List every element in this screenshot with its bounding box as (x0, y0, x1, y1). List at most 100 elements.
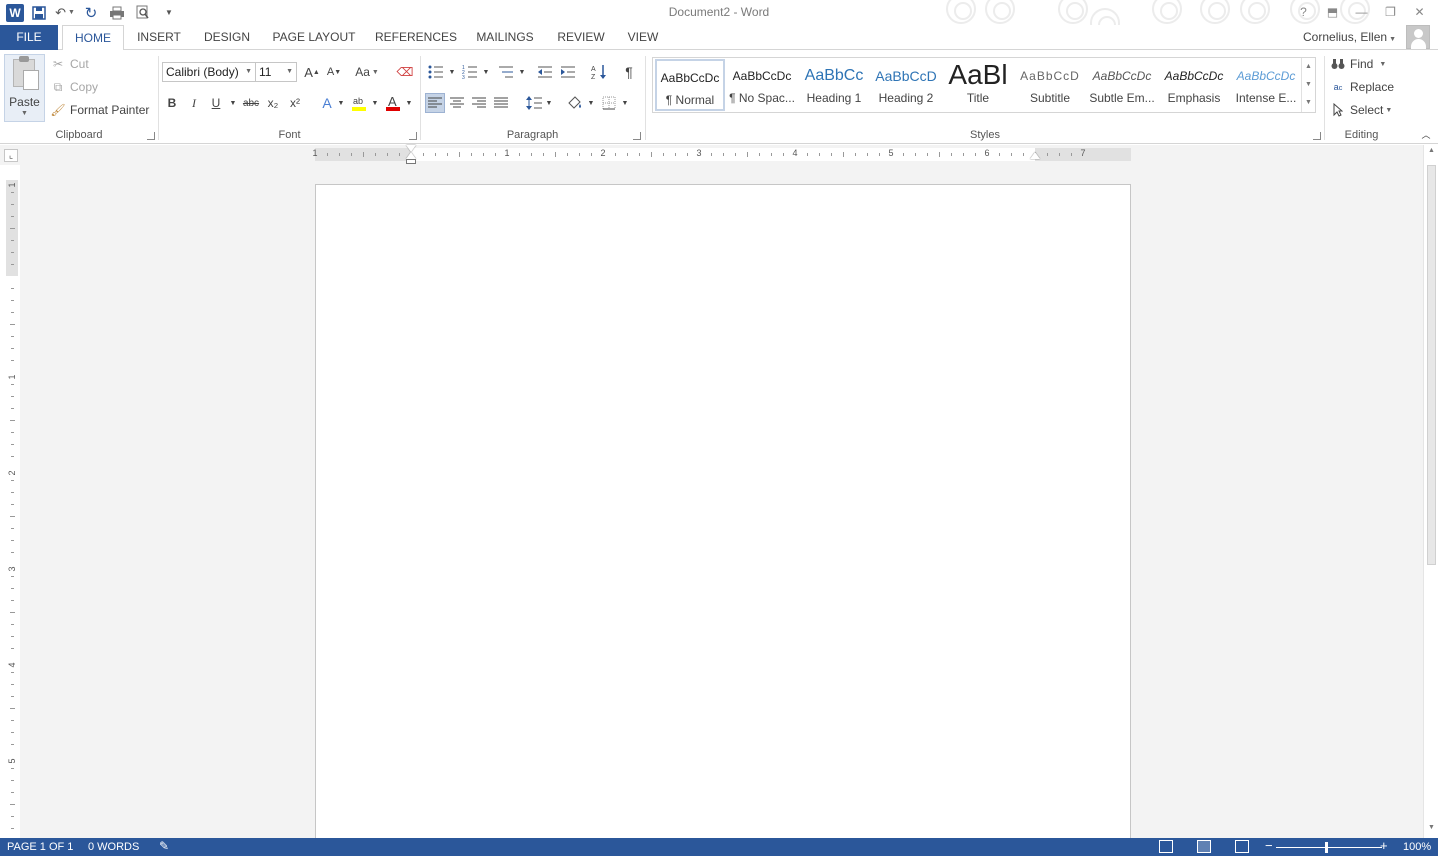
tab-home[interactable]: HOME (62, 25, 124, 51)
replace-button[interactable]: a c Replace (1330, 79, 1394, 95)
print-layout-icon[interactable] (1197, 840, 1211, 853)
zoom-out-icon[interactable]: − (1265, 838, 1273, 853)
style-no-spacing[interactable]: AaBbCcDc ¶ No Spac... (727, 59, 797, 111)
paste-button[interactable]: Paste ▼ (4, 54, 45, 122)
tab-references[interactable]: REFERENCES (374, 25, 458, 50)
font-color-dropdown-icon[interactable]: ▼ (399, 93, 419, 113)
proofing-icon[interactable]: ✎ (159, 839, 169, 853)
copy-button[interactable]: ⧉ Copy (50, 79, 98, 95)
font-family-select[interactable]: Calibri (Body) ▼ (162, 62, 256, 82)
left-indent-marker[interactable] (406, 159, 416, 164)
user-account[interactable]: Cornelius, Ellen ▼ (1303, 30, 1396, 44)
style-emphasis[interactable]: AaBbCcDc Emphasis (1159, 59, 1229, 111)
scroll-up-icon[interactable]: ▲ (1424, 147, 1438, 159)
grow-font-icon[interactable]: A ▲ (302, 62, 322, 82)
hanging-indent-marker[interactable] (406, 152, 416, 159)
align-right-icon[interactable] (469, 93, 489, 113)
zoom-in-icon[interactable]: + (1380, 838, 1388, 853)
style-intense-emphasis[interactable]: AaBbCcDc Intense E... (1231, 59, 1301, 111)
text-effects-dropdown-icon[interactable]: ▼ (331, 93, 351, 113)
select-button[interactable]: Select ▼ (1330, 102, 1392, 118)
page-count[interactable]: PAGE 1 OF 1 (7, 841, 73, 853)
underline-dropdown-icon[interactable]: ▼ (223, 93, 243, 113)
tab-design[interactable]: DESIGN (200, 25, 254, 50)
paste-dropdown-icon[interactable]: ▼ (5, 110, 44, 117)
close-icon[interactable]: ✕ (1405, 2, 1434, 22)
style-subtitle[interactable]: AaBbCcD Subtitle (1015, 59, 1085, 111)
find-button[interactable]: Find ▼ (1330, 56, 1386, 72)
style-heading-1[interactable]: AaBbCc Heading 1 (799, 59, 869, 111)
vertical-scrollbar[interactable]: ▲ ▼ (1423, 145, 1438, 838)
numbering-dropdown-icon[interactable]: ▼ (476, 62, 496, 82)
format-painter-button[interactable]: 🖌 Format Painter (50, 102, 149, 118)
increase-indent-icon[interactable] (558, 62, 578, 82)
collapse-ribbon-icon[interactable]: ︿ (1416, 124, 1436, 144)
clear-formatting-icon[interactable]: ⌫ (395, 62, 415, 82)
help-icon[interactable]: ? (1289, 2, 1318, 22)
italic-button[interactable]: I (184, 93, 204, 113)
tab-selector-icon[interactable]: ⌞ (4, 149, 18, 162)
style-heading-2[interactable]: AaBbCcD Heading 2 (871, 59, 941, 111)
shading-dropdown-icon[interactable]: ▼ (581, 93, 601, 113)
tab-file[interactable]: FILE (0, 25, 58, 50)
vertical-ruler[interactable]: 1 1 2 3 4 5 (6, 180, 18, 838)
superscript-button[interactable]: x² (285, 93, 305, 113)
minimize-icon[interactable]: — (1347, 2, 1376, 22)
copy-icon: ⧉ (53, 79, 63, 94)
subscript-button[interactable]: x₂ (263, 93, 283, 113)
read-mode-icon[interactable] (1159, 840, 1173, 853)
styles-gallery: AaBbCcDc ¶ Normal AaBbCcDc ¶ No Spac... … (652, 57, 1316, 113)
tab-view[interactable]: VIEW (622, 25, 664, 50)
styles-dialog-launcher-icon[interactable] (1313, 132, 1321, 140)
tab-review[interactable]: REVIEW (552, 25, 610, 50)
paragraph-dialog-launcher-icon[interactable] (633, 132, 641, 140)
style-title[interactable]: AaBl Title (943, 59, 1013, 111)
ruler-tick (483, 153, 484, 156)
ruler-tick (11, 744, 14, 745)
decrease-indent-icon[interactable] (535, 62, 555, 82)
zoom-level[interactable]: 100% (1403, 841, 1431, 853)
justify-icon[interactable] (491, 93, 511, 113)
ribbon-display-options-icon[interactable]: ⬒ (1318, 2, 1347, 22)
bullets-dropdown-icon[interactable]: ▼ (442, 62, 462, 82)
ruler-tick (11, 780, 14, 781)
document-page[interactable] (315, 184, 1131, 844)
line-spacing-dropdown-icon[interactable]: ▼ (539, 93, 559, 113)
zoom-slider-thumb[interactable] (1325, 842, 1328, 853)
scrollbar-thumb[interactable] (1427, 165, 1436, 565)
style-normal[interactable]: AaBbCcDc ¶ Normal (655, 59, 725, 111)
clipboard-dialog-launcher-icon[interactable] (147, 132, 155, 140)
change-case-button[interactable]: Aa ▼ (353, 62, 381, 82)
first-line-indent-marker[interactable] (406, 145, 416, 152)
horizontal-ruler[interactable]: 1 1 2 3 4 5 6 7 (312, 148, 1131, 161)
tab-insert[interactable]: INSERT (132, 25, 186, 50)
show-formatting-marks-icon[interactable]: ¶ (619, 62, 639, 82)
strikethrough-button[interactable]: abc (241, 93, 261, 113)
zoom-slider[interactable] (1276, 847, 1382, 848)
align-center-icon[interactable] (447, 93, 467, 113)
avatar[interactable] (1406, 25, 1430, 49)
style-subtle-emphasis[interactable]: AaBbCcDc Subtle Em... (1087, 59, 1157, 111)
ruler-tick (11, 432, 14, 433)
word-count[interactable]: 0 WORDS (88, 841, 139, 853)
more-styles-icon[interactable]: ▼ (1302, 94, 1315, 112)
ruler-tick (555, 152, 556, 157)
bold-button[interactable]: B (162, 93, 182, 113)
right-indent-marker[interactable] (1030, 152, 1040, 159)
tab-mailings[interactable]: MAILINGS (470, 25, 540, 50)
sort-icon[interactable]: AZ (589, 62, 609, 82)
font-size-select[interactable]: 11 ▼ (255, 62, 297, 82)
scroll-down-icon[interactable]: ▼ (1302, 76, 1315, 94)
font-dialog-launcher-icon[interactable] (409, 132, 417, 140)
shrink-font-icon[interactable]: A ▼ (324, 62, 344, 82)
scroll-down-icon[interactable]: ▼ (1424, 824, 1438, 836)
highlight-dropdown-icon[interactable]: ▼ (365, 93, 385, 113)
borders-dropdown-icon[interactable]: ▼ (615, 93, 635, 113)
multilevel-dropdown-icon[interactable]: ▼ (512, 62, 532, 82)
tab-page-layout[interactable]: PAGE LAYOUT (268, 25, 360, 50)
restore-icon[interactable]: ❐ (1376, 2, 1405, 22)
web-layout-icon[interactable] (1235, 840, 1249, 853)
align-left-icon[interactable] (425, 93, 445, 113)
cut-button[interactable]: ✂ Cut (50, 56, 89, 72)
scroll-up-icon[interactable]: ▲ (1302, 58, 1315, 76)
